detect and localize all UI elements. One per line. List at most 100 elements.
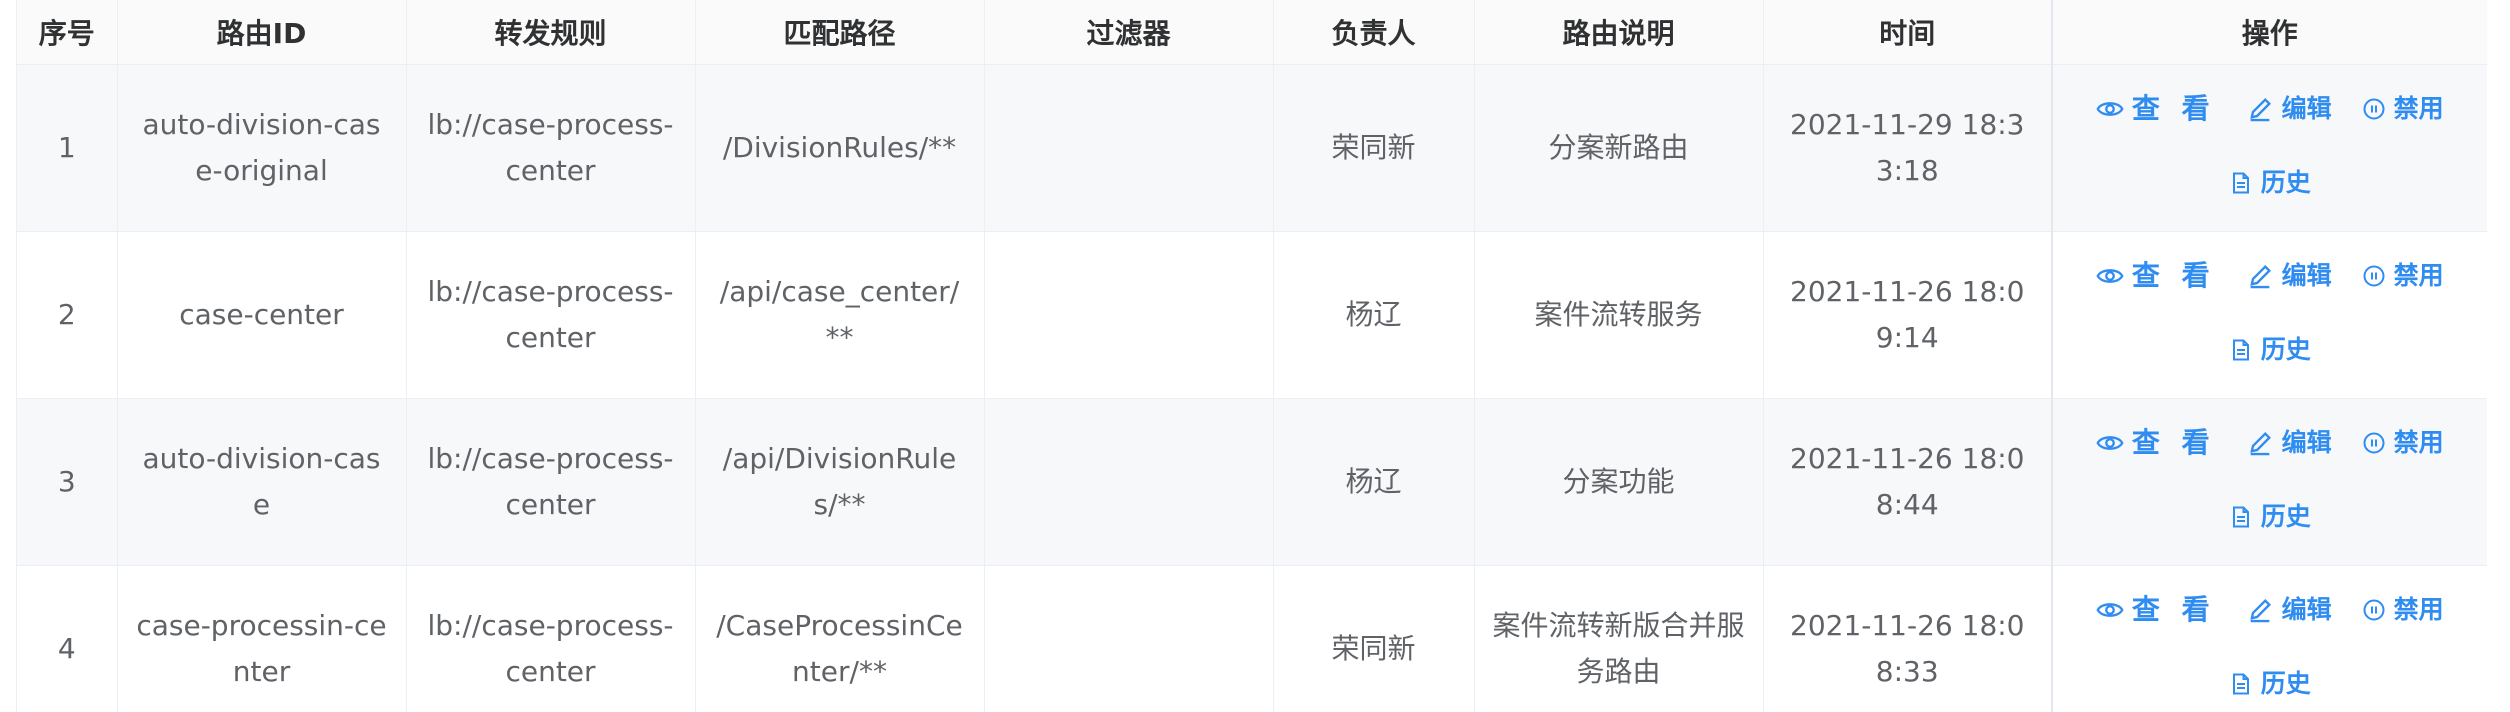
cell-forward-rule: lb://case-process-center [406, 398, 696, 566]
routes-table: 序号 路由ID 转发规则 匹配路径 过滤器 负责人 路由说明 时间 操作 1 a… [16, 0, 2487, 712]
cell-owner: 荣同新 [1273, 565, 1475, 712]
cell-time: 2021-11-26 18:08:44 [1763, 398, 2053, 566]
document-icon [2232, 673, 2249, 694]
col-header-route-id: 路由ID [117, 0, 407, 65]
table-row: 4 case-processin-center lb://case-proces… [17, 565, 2487, 712]
cell-match-path: /api/case_center/** [695, 231, 985, 399]
cell-filter [984, 231, 1274, 399]
col-header-time: 时间 [1763, 0, 2053, 65]
cell-match-path: /DivisionRules/** [695, 64, 985, 232]
document-icon [2232, 172, 2249, 193]
history-button[interactable]: 历史 [2229, 327, 2311, 373]
document-icon [2232, 339, 2249, 360]
cell-actions: 查 看 编辑 禁用 历史 [2051, 231, 2487, 399]
col-header-description: 路由说明 [1474, 0, 1764, 65]
cell-description: 案件流转新版合并服务路由 [1474, 565, 1764, 712]
history-label: 历史 [2260, 167, 2311, 197]
match-path-text: /DivisionRules/** [722, 130, 957, 164]
disable-button[interactable]: 禁用 [2362, 587, 2444, 633]
eye-icon [2096, 602, 2124, 617]
cell-time: 2021-11-26 18:09:14 [1763, 231, 2053, 399]
owner-text: 杨辽 [1345, 297, 1402, 331]
description-text: 案件流转新版合并服务路由 [1492, 608, 1745, 688]
cell-filter [984, 565, 1274, 712]
cell-index: 2 [17, 231, 118, 399]
cell-match-path: /api/DivisionRules/** [695, 398, 985, 566]
table-row: 2 case-center lb://case-process-center /… [17, 231, 2487, 399]
pause-circle-icon [2363, 98, 2385, 119]
edit-button[interactable]: 编辑 [2246, 420, 2332, 466]
col-header-actions: 操作 [2051, 0, 2487, 65]
index-text: 4 [57, 631, 76, 665]
forward-rule-text: lb://case-process-center [427, 274, 674, 354]
table-row: 1 auto-division-case-original lb://case-… [17, 64, 2487, 232]
edit-button[interactable]: 编辑 [2246, 253, 2332, 299]
history-label: 历史 [2260, 334, 2311, 364]
disable-label: 禁用 [2393, 260, 2444, 290]
view-button[interactable]: 查 看 [2096, 420, 2216, 466]
time-text: 2021-11-26 18:08:33 [1790, 608, 2025, 688]
cell-actions: 查 看 编辑 禁用 历史 [2051, 398, 2487, 566]
history-button[interactable]: 历史 [2229, 160, 2311, 206]
document-icon [2232, 506, 2249, 527]
pencil-icon [2249, 598, 2271, 622]
cell-route-id: case-processin-center [117, 565, 407, 712]
route-id-text: case-processin-center [136, 608, 387, 688]
index-text: 3 [57, 464, 76, 498]
history-button[interactable]: 历史 [2229, 661, 2311, 707]
match-path-text: /CaseProcessinCenter/** [716, 608, 963, 688]
view-button[interactable]: 查 看 [2096, 86, 2216, 132]
time-text: 2021-11-26 18:08:44 [1790, 441, 2025, 521]
cell-actions: 查 看 编辑 禁用 历史 [2051, 64, 2487, 232]
index-text: 2 [57, 297, 76, 331]
cell-forward-rule: lb://case-process-center [406, 565, 696, 712]
view-button[interactable]: 查 看 [2096, 253, 2216, 299]
view-label: 查 看 [2131, 592, 2216, 626]
route-id-text: auto-division-case-original [142, 107, 381, 187]
cell-filter [984, 398, 1274, 566]
owner-text: 杨辽 [1345, 464, 1402, 498]
view-button[interactable]: 查 看 [2096, 587, 2216, 633]
pause-circle-icon [2363, 265, 2385, 286]
col-header-owner: 负责人 [1273, 0, 1475, 65]
col-header-filter: 过滤器 [984, 0, 1274, 65]
history-button[interactable]: 历史 [2229, 494, 2311, 540]
view-label: 查 看 [2131, 258, 2216, 292]
disable-button[interactable]: 禁用 [2362, 420, 2444, 466]
disable-button[interactable]: 禁用 [2362, 253, 2444, 299]
eye-icon [2096, 101, 2124, 116]
cell-description: 分案功能 [1474, 398, 1764, 566]
description-text: 分案新路由 [1548, 130, 1689, 164]
cell-owner: 杨辽 [1273, 231, 1475, 399]
edit-label: 编辑 [2281, 260, 2332, 290]
cell-actions: 查 看 编辑 禁用 历史 [2051, 565, 2487, 712]
cell-route-id: case-center [117, 231, 407, 399]
view-label: 查 看 [2131, 425, 2216, 459]
cell-index: 3 [17, 398, 118, 566]
cell-index: 1 [17, 64, 118, 232]
disable-label: 禁用 [2393, 427, 2444, 457]
cell-index: 4 [17, 565, 118, 712]
cell-route-id: auto-division-case-original [117, 64, 407, 232]
cell-owner: 杨辽 [1273, 398, 1475, 566]
eye-icon [2096, 268, 2124, 283]
description-text: 分案功能 [1562, 464, 1675, 498]
pencil-icon [2249, 431, 2271, 455]
cell-forward-rule: lb://case-process-center [406, 64, 696, 232]
edit-button[interactable]: 编辑 [2246, 86, 2332, 132]
forward-rule-text: lb://case-process-center [427, 608, 674, 688]
edit-button[interactable]: 编辑 [2246, 587, 2332, 633]
description-text: 案件流转服务 [1534, 297, 1703, 331]
forward-rule-text: lb://case-process-center [427, 441, 674, 521]
owner-text: 荣同新 [1331, 631, 1416, 665]
owner-text: 荣同新 [1331, 130, 1416, 164]
edit-label: 编辑 [2281, 594, 2332, 624]
disable-button[interactable]: 禁用 [2362, 86, 2444, 132]
edit-label: 编辑 [2281, 93, 2332, 123]
index-text: 1 [57, 130, 76, 164]
pencil-icon [2249, 264, 2271, 288]
cell-owner: 荣同新 [1273, 64, 1475, 232]
table-row: 3 auto-division-case lb://case-process-c… [17, 398, 2487, 566]
cell-forward-rule: lb://case-process-center [406, 231, 696, 399]
cell-filter [984, 64, 1274, 232]
